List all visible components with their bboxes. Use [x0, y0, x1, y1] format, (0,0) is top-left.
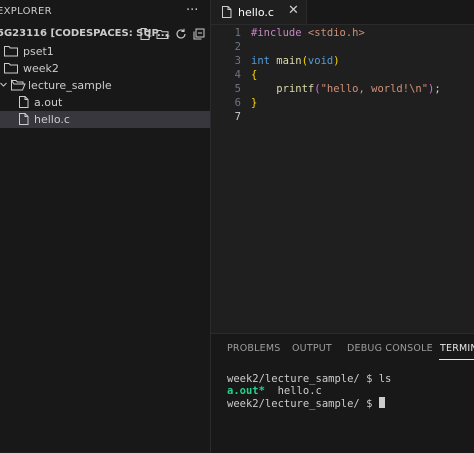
line-number: 2 [234, 41, 241, 53]
editor-tab-bar: hello.c ✕ [211, 0, 474, 25]
tree-item-label: lecture_sample [28, 79, 112, 92]
explorer-sidebar: EXPLORER ··· 5G23116 [CODESPACES: SUP...… [0, 0, 211, 452]
tree-item-lecture-sample[interactable]: lecture_sample [0, 77, 210, 94]
chevron-down-icon[interactable] [0, 78, 8, 95]
code-line: printf("hello, world!\n"); [251, 83, 441, 95]
refresh-icon[interactable] [174, 27, 188, 41]
code-token: ; [434, 83, 441, 95]
code-line: int main(void) [251, 55, 340, 67]
code-token: <stdio.h> [307, 27, 365, 39]
folder-icon [3, 61, 19, 78]
more-actions-icon[interactable]: ··· [186, 3, 198, 18]
line-number: 6 [234, 97, 241, 109]
bottom-panel: PROBLEMS OUTPUT DEBUG CONSOLE TERMINAL w… [211, 333, 474, 453]
line-number: 7 [234, 111, 241, 123]
code-line: #include <stdio.h> [251, 27, 365, 39]
line-number: 3 [234, 55, 241, 67]
code-token: main [276, 55, 302, 67]
workspace-root[interactable]: 5G23116 [CODESPACES: SUP... [0, 25, 210, 43]
tree-item-label: a.out [34, 96, 63, 109]
terminal-line: week2/lecture_sample/ $ ls [227, 373, 392, 385]
file-icon [18, 95, 30, 112]
terminal-cursor [378, 397, 385, 408]
new-folder-icon[interactable] [156, 27, 170, 41]
tree-item-label: week2 [23, 62, 59, 75]
code-line: } [251, 97, 257, 109]
tree-item-a-out[interactable]: a.out [0, 94, 210, 111]
folder-open-icon [10, 78, 26, 95]
tab-label: hello.c [238, 6, 274, 19]
terminal-text: week2/lecture_sample/ $ [227, 398, 379, 410]
tab-hello-c[interactable]: hello.c ✕ [211, 0, 307, 24]
active-tab-indicator [439, 359, 474, 360]
tree-item-label: hello.c [34, 113, 70, 126]
explorer-header: EXPLORER ··· [0, 0, 210, 24]
file-icon [221, 5, 233, 22]
line-number: 1 [234, 27, 241, 39]
tree-item-pset1[interactable]: pset1 [0, 43, 210, 60]
terminal-prompt[interactable]: week2/lecture_sample/ $ [227, 397, 385, 410]
code-token: "hello, world!\n" [320, 83, 429, 95]
tree-item-hello-c[interactable]: hello.c [0, 111, 210, 128]
line-number: 5 [234, 83, 241, 95]
collapse-all-icon[interactable] [192, 27, 206, 41]
terminal-line: a.out* hello.c [227, 385, 322, 397]
tree-item-label: pset1 [23, 45, 54, 58]
explorer-title: EXPLORER [0, 6, 52, 17]
terminal-executable: a.out* [227, 385, 265, 397]
line-number: 4 [234, 69, 241, 81]
tab-output[interactable]: OUTPUT [292, 343, 332, 354]
code-token: } [251, 97, 258, 109]
code-token: printf [276, 83, 315, 95]
folder-icon [3, 44, 19, 61]
code-token: ) [333, 55, 340, 67]
code-token: int [251, 55, 270, 67]
tab-problems[interactable]: PROBLEMS [227, 343, 280, 354]
code-editor[interactable]: 1 2 3 4 5 6 7 #include <stdio.h> int mai… [211, 25, 474, 333]
new-file-icon[interactable] [138, 27, 152, 41]
code-token: { [251, 69, 258, 81]
close-icon[interactable]: ✕ [288, 3, 299, 18]
tree-item-week2[interactable]: week2 [0, 60, 210, 77]
code-token: #include [251, 27, 302, 39]
tab-terminal[interactable]: TERMINAL [440, 343, 474, 354]
code-token: void [307, 55, 334, 67]
terminal-text: hello.c [264, 385, 322, 397]
code-line: { [251, 69, 257, 81]
tab-debug-console[interactable]: DEBUG CONSOLE [347, 343, 433, 354]
file-icon [18, 112, 30, 129]
